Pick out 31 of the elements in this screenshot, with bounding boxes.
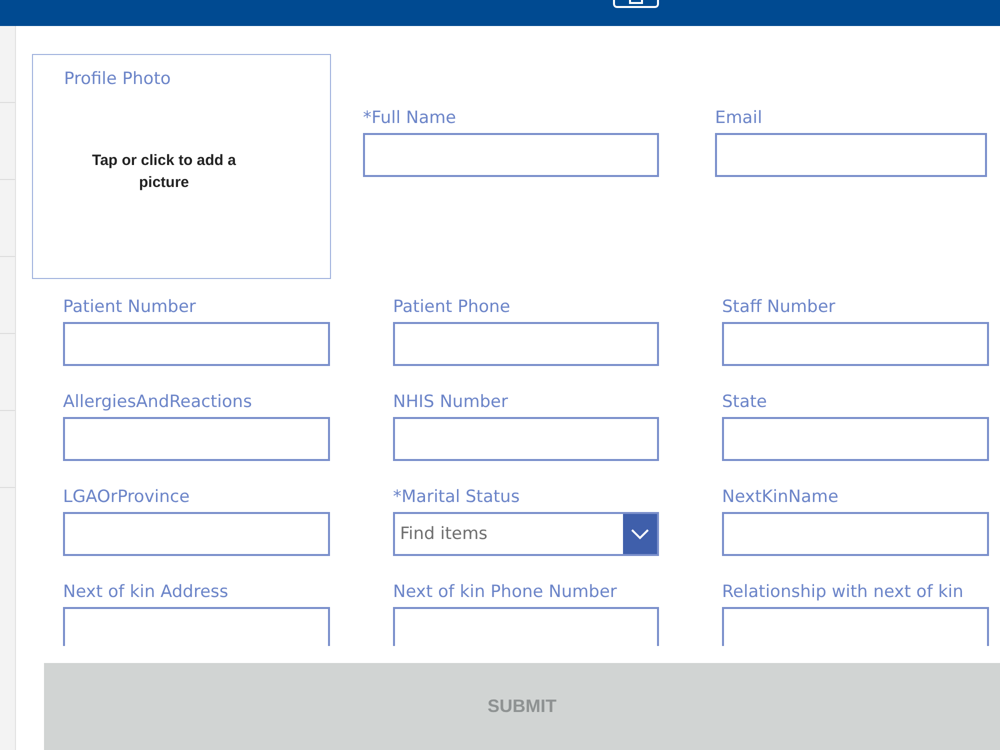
text-field[interactable] (393, 322, 659, 366)
field-label: Patient Phone (393, 296, 512, 318)
field-label: State (722, 391, 768, 413)
field-label: NextKinName (722, 486, 840, 508)
text-field[interactable] (722, 512, 989, 556)
text-field[interactable] (63, 322, 330, 366)
field-label: Profile Photo (64, 68, 171, 90)
add-picture-hint: Tap or click to add a picture (91, 151, 237, 193)
text-field[interactable] (722, 417, 989, 461)
field-label: LGAOrProvince (63, 486, 191, 508)
field-label: Next of kin Phone Number (393, 581, 618, 603)
field-label: NHIS Number (393, 391, 509, 413)
text-field[interactable] (722, 607, 989, 646)
field-label: Relationship with next of kin (722, 581, 964, 603)
profile-photo-box[interactable]: Profile Photo Tap or click to add a picture (32, 54, 331, 279)
text-field[interactable] (63, 512, 330, 556)
text-field[interactable] (393, 417, 659, 461)
text-field[interactable] (363, 133, 659, 177)
text-field[interactable] (722, 322, 989, 366)
field-label: *Marital Status (393, 486, 521, 508)
field-label: AllergiesAndReactions (63, 391, 253, 413)
text-field[interactable] (393, 607, 659, 646)
field-label: Next of kin Address (63, 581, 230, 603)
text-field[interactable] (63, 607, 330, 646)
field-label: Email (715, 107, 764, 129)
field-label: *Full Name (363, 107, 458, 129)
field-label: Patient Number (63, 296, 197, 318)
screen-icon[interactable] (612, 0, 660, 8)
text-field[interactable] (715, 133, 987, 177)
field-label: Staff Number (722, 296, 836, 318)
text-field[interactable] (63, 417, 330, 461)
